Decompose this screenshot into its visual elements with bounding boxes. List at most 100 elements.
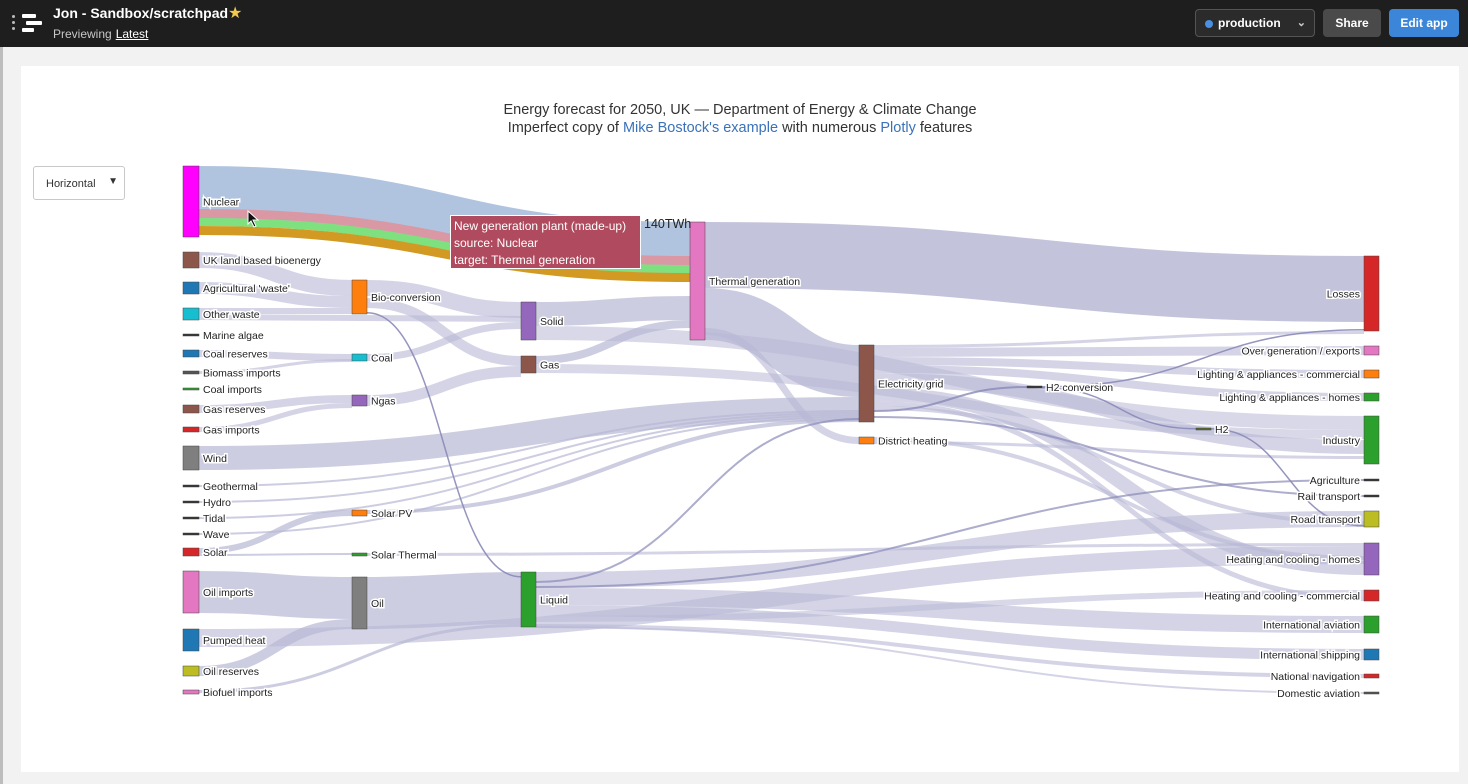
- sankey-link-thermal-to-losses[interactable]: [704, 222, 1365, 322]
- sankey-node-label: Solar Thermal: [371, 550, 437, 562]
- sankey-node-label: Gas reserves: [203, 404, 265, 416]
- sankey-node-overgen[interactable]: [1363, 345, 1380, 356]
- sankey-node-label: Losses: [1327, 289, 1360, 301]
- favorite-star-icon[interactable]: ★: [228, 3, 242, 23]
- sankey-node-label: Bio-conversion: [371, 292, 441, 304]
- sankey-node-coalres[interactable]: [182, 349, 200, 358]
- sankey-node-label: H2: [1215, 424, 1229, 436]
- sankey-node-bioconv[interactable]: [351, 279, 368, 315]
- sankey-node-label: Marine algae: [203, 330, 264, 342]
- sankey-link-oil-to-liquid[interactable]: [366, 572, 522, 629]
- environment-label: production: [1218, 16, 1281, 30]
- environment-select[interactable]: production ⌄: [1195, 9, 1315, 37]
- sankey-node-grid[interactable]: [858, 344, 875, 423]
- sankey-link-solid-to-thermal[interactable]: [535, 296, 691, 326]
- sankey-node-h2conv[interactable]: [1026, 385, 1043, 389]
- sankey-node-agri[interactable]: [182, 281, 200, 295]
- sankey-node-solid[interactable]: [520, 301, 537, 341]
- sankey-node-label: Ngas: [371, 396, 396, 408]
- sankey-node-gas[interactable]: [520, 355, 537, 374]
- sankey-node-oil[interactable]: [351, 576, 368, 630]
- sankey-node-label: Electricity grid: [878, 379, 944, 391]
- sankey-node-label: Thermal generation: [709, 276, 800, 288]
- previewing-label: Previewing: [53, 27, 112, 41]
- chart-card: Energy forecast for 2050, UK — Departmen…: [21, 66, 1459, 772]
- sankey-node-solarpv[interactable]: [351, 509, 368, 517]
- sankey-node-algae[interactable]: [182, 333, 200, 337]
- sankey-node-label: Gas: [540, 360, 559, 372]
- sankey-node-gasres[interactable]: [182, 404, 200, 414]
- sankey-node-intaviation[interactable]: [1363, 615, 1380, 634]
- sankey-node-solar[interactable]: [182, 547, 200, 557]
- sankey-node-label: Domestic aviation: [1277, 688, 1360, 700]
- sankey-node-label: Biomass imports: [203, 368, 281, 380]
- sankey-node-gasimp[interactable]: [182, 426, 200, 433]
- sankey-node-heathome[interactable]: [1363, 542, 1380, 576]
- sankey-node-thermal[interactable]: [689, 221, 706, 341]
- sankey-node-road[interactable]: [1363, 510, 1380, 528]
- sankey-node-label: Wave: [203, 529, 230, 541]
- sankey-node-label: Coal: [371, 353, 393, 365]
- sankey-node-label: H2 conversion: [1046, 382, 1113, 394]
- sankey-node-lightcom[interactable]: [1363, 369, 1380, 379]
- sankey-node-label: Solar PV: [371, 508, 412, 520]
- sankey-node-label: UK land based bioenergy: [203, 255, 322, 267]
- sankey-node-label: Agriculture: [1310, 475, 1360, 487]
- sankey-node-label: International shipping: [1260, 650, 1360, 662]
- more-menu-icon[interactable]: [12, 15, 15, 31]
- tooltip-line: target: Thermal generation: [454, 253, 596, 267]
- sankey-chart[interactable]: Nuclear UK land based bioenergy Agricultur…: [21, 66, 1459, 772]
- edit-app-button[interactable]: Edit app: [1389, 9, 1459, 37]
- sankey-node-liquid[interactable]: [520, 571, 537, 628]
- sankey-node-label: Gas imports: [203, 425, 260, 437]
- sankey-node-wind[interactable]: [182, 445, 200, 471]
- sankey-node-intshipping[interactable]: [1363, 648, 1380, 661]
- preview-status: Previewing Latest: [53, 27, 148, 41]
- sankey-node-geo[interactable]: [182, 484, 200, 488]
- sankey-node-label: Hydro: [203, 497, 231, 509]
- sankey-node-solarth[interactable]: [351, 552, 368, 557]
- sankey-node-label: Liquid: [540, 595, 568, 607]
- sankey-node-biomass[interactable]: [182, 370, 200, 375]
- sankey-node-tidal[interactable]: [182, 516, 200, 520]
- sankey-node-label: Agricultural 'waste': [203, 283, 290, 295]
- sankey-node-domaviation[interactable]: [1363, 691, 1380, 695]
- tooltip-value: 140TWh: [644, 217, 692, 231]
- sankey-node-label: Tidal: [203, 513, 225, 525]
- sankey-node-oilimp[interactable]: [182, 570, 200, 614]
- sankey-node-label: Heating and cooling - homes: [1226, 554, 1360, 566]
- sankey-node-bio[interactable]: [182, 251, 200, 269]
- sankey-node-agriculture[interactable]: [1363, 478, 1380, 482]
- sankey-node-hydro[interactable]: [182, 500, 200, 504]
- sankey-node-ngas[interactable]: [351, 394, 368, 407]
- sankey-node-label: International aviation: [1263, 620, 1360, 632]
- sankey-node-label: Solid: [540, 316, 564, 328]
- sankey-node-coalimp[interactable]: [182, 387, 200, 391]
- app-title[interactable]: Jon - Sandbox/scratchpad: [53, 5, 228, 21]
- sankey-node-losses[interactable]: [1363, 255, 1380, 332]
- sankey-node-district[interactable]: [858, 436, 875, 445]
- environment-status-icon: [1205, 20, 1213, 28]
- sankey-node-lighthome[interactable]: [1363, 392, 1380, 402]
- sankey-node-rail[interactable]: [1363, 494, 1380, 498]
- sankey-node-oilres[interactable]: [182, 665, 200, 677]
- sankey-node-label: Other waste: [203, 309, 260, 321]
- app-header: Jon - Sandbox/scratchpad ★ Previewing Lat…: [0, 0, 1468, 47]
- chevron-down-icon: ⌄: [1296, 17, 1306, 29]
- sankey-node-natnav[interactable]: [1363, 673, 1380, 679]
- sankey-node-label: Rail transport: [1298, 491, 1361, 503]
- share-button[interactable]: Share: [1323, 9, 1381, 37]
- sankey-node-nuclear[interactable]: [182, 165, 200, 238]
- sankey-node-coal[interactable]: [351, 353, 368, 362]
- sankey-node-industry[interactable]: [1363, 415, 1380, 465]
- sankey-node-heatcom[interactable]: [1363, 589, 1380, 602]
- latest-version-link[interactable]: Latest: [116, 27, 149, 41]
- sankey-node-label: Solar: [203, 547, 228, 559]
- sankey-node-label: Road transport: [1291, 514, 1361, 526]
- sankey-node-h2[interactable]: [1195, 427, 1212, 431]
- sankey-node-biofuel[interactable]: [182, 689, 200, 695]
- sankey-node-label: District heating: [878, 436, 948, 448]
- sankey-node-otherwaste[interactable]: [182, 307, 200, 321]
- sankey-node-wave[interactable]: [182, 532, 200, 536]
- sankey-node-pumped[interactable]: [182, 628, 200, 652]
